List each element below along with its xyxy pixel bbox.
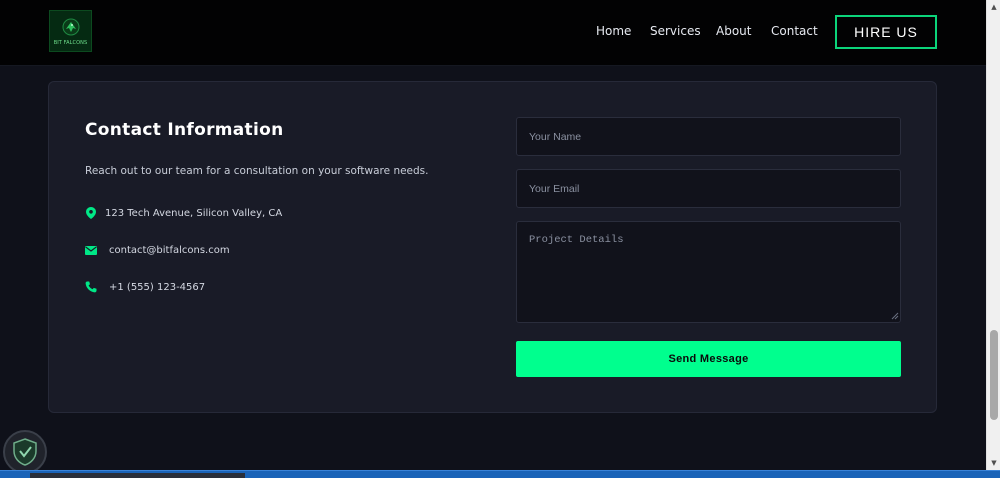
phone-row: +1 (555) 123-4567 bbox=[85, 281, 205, 293]
name-input[interactable] bbox=[516, 117, 901, 156]
project-details-textarea[interactable] bbox=[516, 221, 901, 323]
hire-us-button[interactable]: HIRE US bbox=[835, 15, 937, 49]
logo-text: BIT FALCONS bbox=[53, 39, 88, 46]
send-message-button[interactable]: Send Message bbox=[516, 341, 901, 377]
security-widget[interactable] bbox=[3, 430, 47, 474]
site-header: BIT FALCONS Home Services About Contact … bbox=[0, 0, 986, 66]
email-text[interactable]: contact@bitfalcons.com bbox=[109, 245, 230, 256]
vertical-scrollbar[interactable]: ▲ ▼ bbox=[986, 0, 1000, 470]
contact-title: Contact Information bbox=[85, 120, 284, 140]
shield-icon bbox=[13, 438, 37, 466]
resize-grip-icon[interactable] bbox=[891, 312, 899, 320]
nav-about[interactable]: About bbox=[716, 24, 751, 38]
phone-icon bbox=[85, 281, 97, 293]
nav-services[interactable]: Services bbox=[650, 24, 701, 38]
nav-contact[interactable]: Contact bbox=[771, 24, 818, 38]
taskbar bbox=[0, 470, 1000, 478]
address-row: 123 Tech Avenue, Silicon Valley, CA bbox=[85, 207, 282, 219]
map-pin-icon bbox=[85, 207, 97, 219]
nav-home[interactable]: Home bbox=[596, 24, 631, 38]
falcon-icon bbox=[62, 18, 79, 35]
email-input[interactable] bbox=[516, 169, 901, 208]
envelope-icon bbox=[85, 244, 97, 256]
scroll-down-arrow-icon[interactable]: ▼ bbox=[987, 456, 1000, 470]
contact-description: Reach out to our team for a consultation… bbox=[85, 165, 429, 177]
email-row: contact@bitfalcons.com bbox=[85, 244, 230, 256]
bit-falcons-logo[interactable]: BIT FALCONS bbox=[49, 10, 92, 52]
taskbar-item[interactable] bbox=[30, 473, 245, 478]
phone-text[interactable]: +1 (555) 123-4567 bbox=[109, 282, 205, 293]
address-text: 123 Tech Avenue, Silicon Valley, CA bbox=[105, 207, 283, 219]
scroll-up-arrow-icon[interactable]: ▲ bbox=[987, 0, 1000, 14]
scroll-thumb[interactable] bbox=[990, 330, 998, 420]
